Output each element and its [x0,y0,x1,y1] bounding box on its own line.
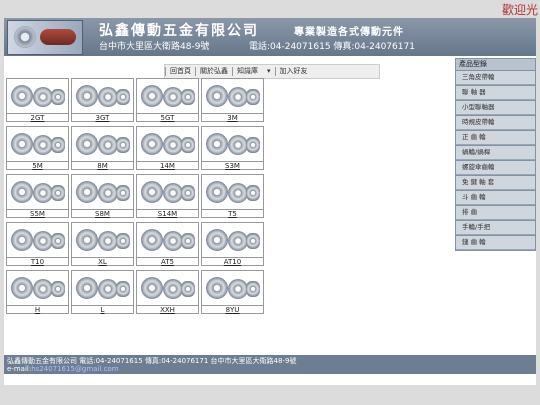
product-name-link[interactable]: 3M [201,114,264,122]
product-name-link[interactable]: 5GT [136,114,199,122]
product-card[interactable]: 5M [6,126,69,170]
product-name-link[interactable]: S14M [136,210,199,218]
product-card[interactable]: 14M [136,126,199,170]
product-image[interactable] [71,174,134,210]
product-image[interactable] [136,222,199,258]
product-card[interactable]: 3M [201,78,264,122]
product-name-link[interactable]: T10 [6,258,69,266]
header-banner: 弘鑫傳動五金有限公司 專業製造各式傳動元件 台中市大里區大衛路48-9號 電話:… [4,18,536,56]
footer-email-label: e-mail: [7,365,32,373]
product-name-link[interactable]: H [6,306,69,314]
top-nav: 回首頁 關於弘鑫 知識庫 ▾ 加入好友 [164,64,380,79]
product-image[interactable] [136,78,199,114]
footer: 弘鑫傳動五金有限公司 電話:04-24071615 傳真:04-24076171… [4,355,536,374]
product-image[interactable] [6,270,69,306]
sidebar-item[interactable]: 正 齒 輪 [456,131,535,145]
nav-knowledge-dropdown[interactable]: 知識庫 ▾ [232,67,275,76]
product-image[interactable] [201,78,264,114]
sidebar-item[interactable]: 聯 軸 器 [456,86,535,100]
footer-email-link[interactable]: hs24071615@gmail.com [31,365,118,373]
product-name-link[interactable]: S8M [71,210,134,218]
sidebar-item[interactable]: 免 鍵 軸 套 [456,176,535,190]
footer-email-line: e-mail:hs24071615@gmail.com [7,365,119,373]
chevron-down-icon: ▾ [267,67,271,75]
product-image[interactable] [136,174,199,210]
product-card[interactable]: 2GT [6,78,69,122]
product-name-link[interactable]: XL [71,258,134,266]
company-slogan: 專業製造各式傳動元件 [294,27,404,38]
product-card[interactable]: T5 [201,174,264,218]
product-image[interactable] [201,270,264,306]
product-image[interactable] [71,78,134,114]
company-address: 台中市大里區大衛路48-9號 [99,42,210,52]
product-name-link[interactable]: AT5 [136,258,199,266]
product-image[interactable] [71,222,134,258]
product-name-link[interactable]: T5 [201,210,264,218]
company-name: 弘鑫傳動五金有限公司 [99,23,259,39]
sidebar-item[interactable]: 蝸輪/蝸桿 [456,146,535,160]
product-name-link[interactable]: 8M [71,162,134,170]
product-image[interactable] [71,126,134,162]
product-name-link[interactable]: 2GT [6,114,69,122]
product-card[interactable]: 8YU [201,270,264,314]
product-card[interactable]: AT5 [136,222,199,266]
product-image[interactable] [6,78,69,114]
product-image[interactable] [6,222,69,258]
sidebar-item[interactable]: 螺旋傘齒輪 [456,161,535,175]
sidebar-item[interactable]: 小型聯軸器 [456,101,535,115]
product-card[interactable]: S14M [136,174,199,218]
sidebar: 產品型錄 三角皮帶輪聯 軸 器小型聯軸器 時規皮帶輪正 齒 輪蝸輪/蝸桿 螺旋傘齒輪… [455,58,536,251]
product-card[interactable]: AT10 [201,222,264,266]
nav-home[interactable]: 回首頁 [165,67,195,76]
sidebar-item[interactable]: 三角皮帶輪 [456,71,535,85]
sidebar-item[interactable]: 斗 齒 輪 [456,191,535,205]
nav-add-friend[interactable]: 加入好友 [274,67,312,76]
product-name-link[interactable]: 3GT [71,114,134,122]
product-card[interactable]: S5M [6,174,69,218]
welcome-text: 歡迎光 [501,3,538,17]
sidebar-item[interactable]: 時規皮帶輪 [456,116,535,130]
product-card[interactable]: 3GT [71,78,134,122]
sidebar-item[interactable]: 排 齒 [456,206,535,220]
product-name-link[interactable]: XXH [136,306,199,314]
product-card[interactable]: 5GT [136,78,199,122]
product-card[interactable]: S8M [71,174,134,218]
product-card[interactable]: H [6,270,69,314]
product-card[interactable]: XL [71,222,134,266]
product-name-link[interactable]: 5M [6,162,69,170]
product-image[interactable] [136,270,199,306]
product-image[interactable] [201,222,264,258]
product-name-link[interactable]: S5M [6,210,69,218]
product-name-link[interactable]: S3M [201,162,264,170]
product-image[interactable] [201,174,264,210]
page-container: 弘鑫傳動五金有限公司 專業製造各式傳動元件 台中市大里區大衛路48-9號 電話:… [4,18,536,385]
sidebar-item[interactable]: 鏈 齒 輪 [456,236,535,250]
product-card[interactable]: S3M [201,126,264,170]
product-name-link[interactable]: AT10 [201,258,264,266]
product-card[interactable]: T10 [6,222,69,266]
product-name-link[interactable]: L [71,306,134,314]
logo [7,20,83,55]
product-image[interactable] [136,126,199,162]
product-image[interactable] [6,174,69,210]
sidebar-title: 產品型錄 [456,59,535,70]
company-phone: 電話:04-24071615 傳真:04-24076171 [249,42,415,52]
nav-knowledge-label: 知識庫 [237,67,258,75]
product-card[interactable]: 8M [71,126,134,170]
product-card[interactable]: XXH [136,270,199,314]
product-name-link[interactable]: 8YU [201,306,264,314]
product-image[interactable] [71,270,134,306]
product-image[interactable] [201,126,264,162]
nav-about[interactable]: 關於弘鑫 [195,67,232,76]
product-image[interactable] [6,126,69,162]
product-name-link[interactable]: 14M [136,162,199,170]
product-card[interactable]: L [71,270,134,314]
sidebar-item[interactable]: 手輪/手把 [456,221,535,235]
